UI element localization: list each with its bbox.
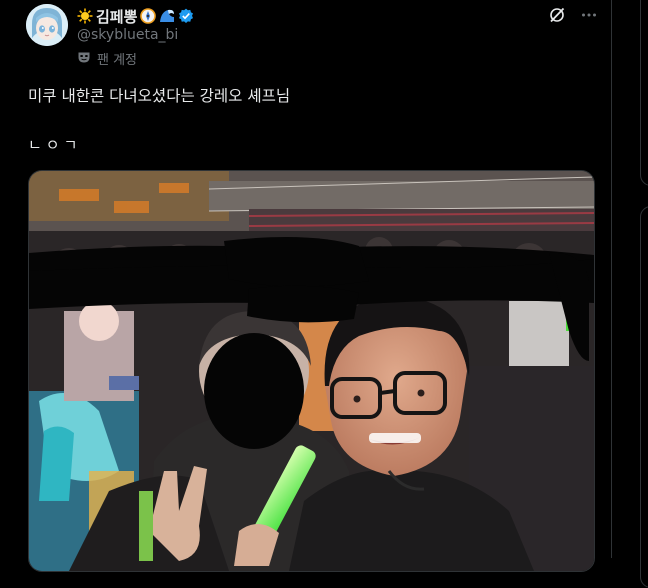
user-handle[interactable]: @skyblueta_bi bbox=[77, 27, 178, 43]
fan-account-label: 팬 계정 bbox=[77, 49, 137, 68]
name-row[interactable]: 김페뽕 bbox=[77, 6, 194, 26]
wave-emoji bbox=[159, 8, 175, 24]
fan-account-text: 팬 계정 bbox=[97, 53, 138, 68]
tweet-card[interactable]: 김페뽕 @skyblueta_bi 팬 계정 미쿠 내한콘 다녀오셨다는 강레오… bbox=[0, 0, 612, 572]
sun-emoji bbox=[77, 8, 93, 24]
tweet-photo[interactable] bbox=[28, 170, 595, 572]
tweet-text: 미쿠 내한콘 다녀오셨다는 강레오 셰프님 bbox=[28, 87, 291, 105]
compass-badge-emoji bbox=[140, 8, 157, 24]
sidebar-card-bottom bbox=[640, 206, 648, 588]
timeline-border bbox=[611, 0, 612, 558]
avatar[interactable] bbox=[26, 4, 68, 46]
more-icon[interactable] bbox=[580, 6, 598, 24]
grok-icon[interactable] bbox=[548, 6, 566, 24]
sidebar-card-top bbox=[640, 0, 648, 186]
verified-badge-icon[interactable] bbox=[178, 8, 194, 24]
tweet-actions-top bbox=[548, 6, 598, 24]
tweet-text-line2: ㄴㅇㄱ bbox=[28, 136, 82, 154]
mask-icon bbox=[77, 50, 91, 68]
display-name[interactable]: 김페뽕 bbox=[96, 6, 137, 27]
